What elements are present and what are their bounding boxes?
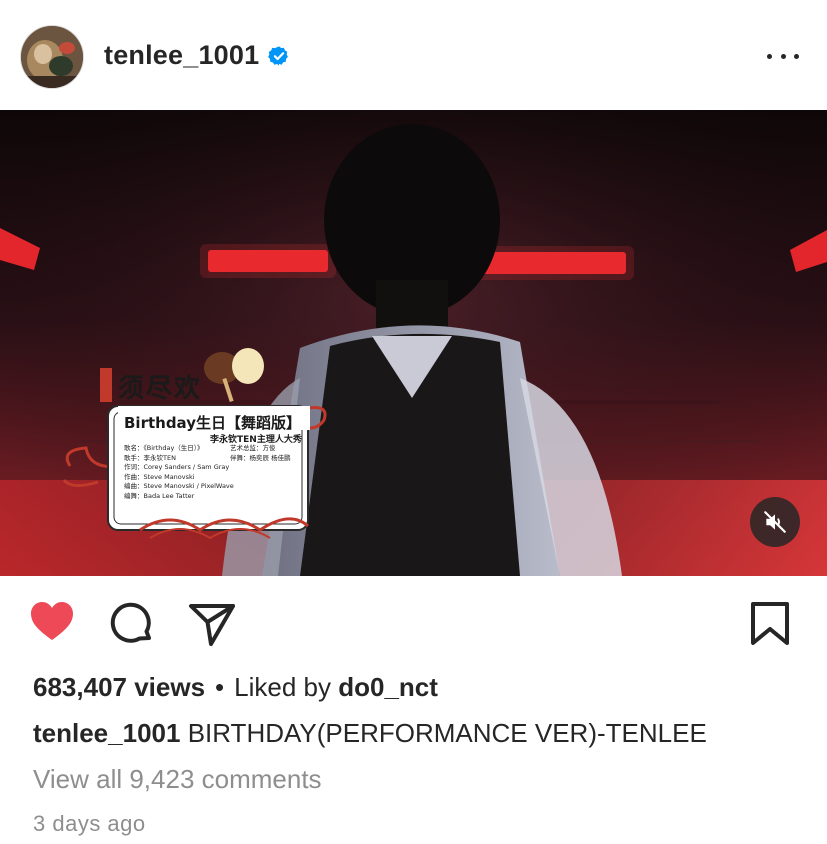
credit-line: 伴舞：杨奕辰 杨佳鹏 (230, 453, 291, 462)
overlay-logo-text: 须尽欢 (118, 374, 203, 404)
more-options-button[interactable] (767, 44, 799, 68)
save-button[interactable] (748, 600, 792, 648)
avatar[interactable] (20, 25, 84, 89)
caption-text: BIRTHDAY(PERFORMANCE VER)-TENLEE (187, 718, 707, 748)
caption-username[interactable]: tenlee_1001 (33, 718, 180, 748)
caption: tenlee_1001 BIRTHDAY(PERFORMANCE VER)-TE… (33, 718, 707, 749)
more-dot-icon (794, 53, 799, 59)
comment-bubble-icon (110, 602, 151, 643)
speaker-muted-icon (764, 511, 786, 533)
verified-badge-icon (268, 45, 289, 66)
post-username[interactable]: tenlee_1001 (104, 40, 259, 71)
liked-by-user[interactable]: do0_nct (338, 672, 438, 702)
post-video[interactable]: 须尽欢 Birthday生日【舞蹈版】 李永钦TEN主理人大秀 歌名：《Birt… (0, 110, 827, 576)
heart-filled-icon (31, 602, 73, 640)
username-row: tenlee_1001 (104, 40, 290, 71)
paper-plane-icon (189, 604, 235, 646)
comment-button[interactable] (108, 600, 156, 648)
view-comments-link[interactable]: View all 9,423 comments (33, 764, 322, 795)
credit-line: 编曲：Steve Manovski / PixelWave (124, 482, 234, 490)
post-timestamp: 3 days ago (33, 811, 146, 836)
bookmark-icon (751, 602, 789, 645)
separator-dot: • (215, 672, 225, 702)
share-button[interactable] (187, 600, 237, 648)
credit-line: 作词：Corey Sanders / Sam Gray (124, 463, 230, 471)
credit-line: 作曲：Steve Manovski (124, 472, 195, 481)
more-dot-icon (767, 53, 772, 59)
more-dot-icon (780, 53, 786, 59)
action-bar (0, 598, 827, 652)
overlay-credits-right: 艺术总监：方俊 伴舞：杨奕辰 杨佳鹏 (230, 444, 291, 463)
like-button[interactable] (28, 598, 76, 646)
stats-row: 683,407 views • Liked by do0_nct (33, 672, 438, 703)
avatar-image (21, 26, 83, 88)
overlay-card-title: Birthday生日【舞蹈版】 (124, 414, 301, 432)
view-count[interactable]: 683,407 views (33, 672, 205, 702)
credit-line: 编舞：Bada Lee Tatter (124, 491, 195, 500)
video-frame (0, 110, 827, 576)
credit-line: 艺术总监：方俊 (230, 444, 276, 452)
post-header: tenlee_1001 (0, 0, 827, 110)
liked-by-prefix: Liked by (234, 672, 331, 702)
mute-toggle-button[interactable] (750, 497, 800, 547)
